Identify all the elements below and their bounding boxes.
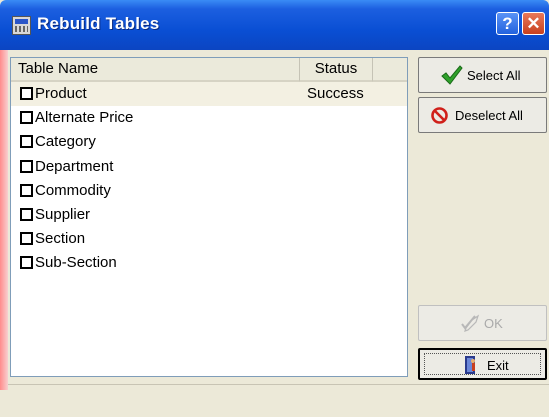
column-header-table-name[interactable]: Table Name (11, 58, 300, 82)
exit-button[interactable]: Exit (418, 348, 547, 380)
list-item[interactable]: Category (11, 130, 407, 154)
row-checkbox[interactable] (20, 135, 33, 149)
ok-button[interactable]: OK (418, 305, 547, 341)
app-icon (12, 16, 31, 35)
table-name: Alternate Price (35, 109, 134, 127)
list-item[interactable]: Section (11, 227, 407, 251)
deselect-all-button[interactable]: Deselect All (418, 97, 547, 133)
pen-check-icon (461, 314, 480, 332)
ok-label: OK (484, 316, 503, 331)
window-title: Rebuild Tables (37, 14, 160, 33)
door-person-icon (465, 356, 475, 374)
row-checkbox[interactable] (20, 87, 33, 100)
column-header-filler (373, 58, 407, 82)
window-edge (0, 50, 8, 390)
table-name: Supplier (35, 205, 91, 223)
list-rows: Product Success Alternate Price Category… (11, 82, 407, 276)
table-name: Category (35, 133, 96, 151)
title-bar[interactable]: Rebuild Tables ? ✕ (0, 0, 549, 50)
table-name: Commodity (35, 181, 111, 199)
row-checkbox[interactable] (20, 183, 33, 197)
table-name: Department (35, 157, 114, 175)
list-header: Table Name Status (11, 58, 407, 82)
select-all-button[interactable]: Select All (418, 57, 547, 93)
rebuild-tables-dialog: Rebuild Tables ? ✕ Table Name Status Pro… (0, 0, 549, 417)
exit-label: Exit (487, 358, 509, 373)
row-checkbox[interactable] (20, 256, 33, 270)
list-item[interactable]: Sub-Section (11, 251, 407, 275)
list-item[interactable]: Alternate Price (11, 106, 407, 130)
no-symbol-icon (431, 107, 448, 124)
table-name: Sub-Section (35, 254, 117, 272)
table-name: Product (35, 85, 87, 102)
list-item[interactable]: Supplier (11, 203, 407, 227)
list-item[interactable]: Product Success (11, 82, 407, 107)
row-checkbox[interactable] (20, 207, 33, 221)
select-all-label: Select All (467, 68, 521, 83)
column-header-status[interactable]: Status (300, 58, 373, 82)
help-button[interactable]: ? (496, 12, 519, 35)
row-checkbox[interactable] (20, 159, 33, 173)
row-checkbox[interactable] (20, 232, 33, 246)
deselect-all-label: Deselect All (455, 108, 523, 123)
table-name: Section (35, 230, 86, 248)
focus-rectangle (424, 353, 541, 375)
close-button[interactable]: ✕ (522, 12, 545, 35)
list-item[interactable]: Commodity (11, 179, 407, 203)
status-bar (8, 384, 549, 417)
table-list[interactable]: Table Name Status Product Success Altern… (10, 57, 408, 377)
table-status: Success (307, 85, 364, 102)
list-item[interactable]: Department (11, 155, 407, 179)
row-checkbox[interactable] (20, 111, 33, 125)
checkmark-icon (441, 65, 463, 85)
